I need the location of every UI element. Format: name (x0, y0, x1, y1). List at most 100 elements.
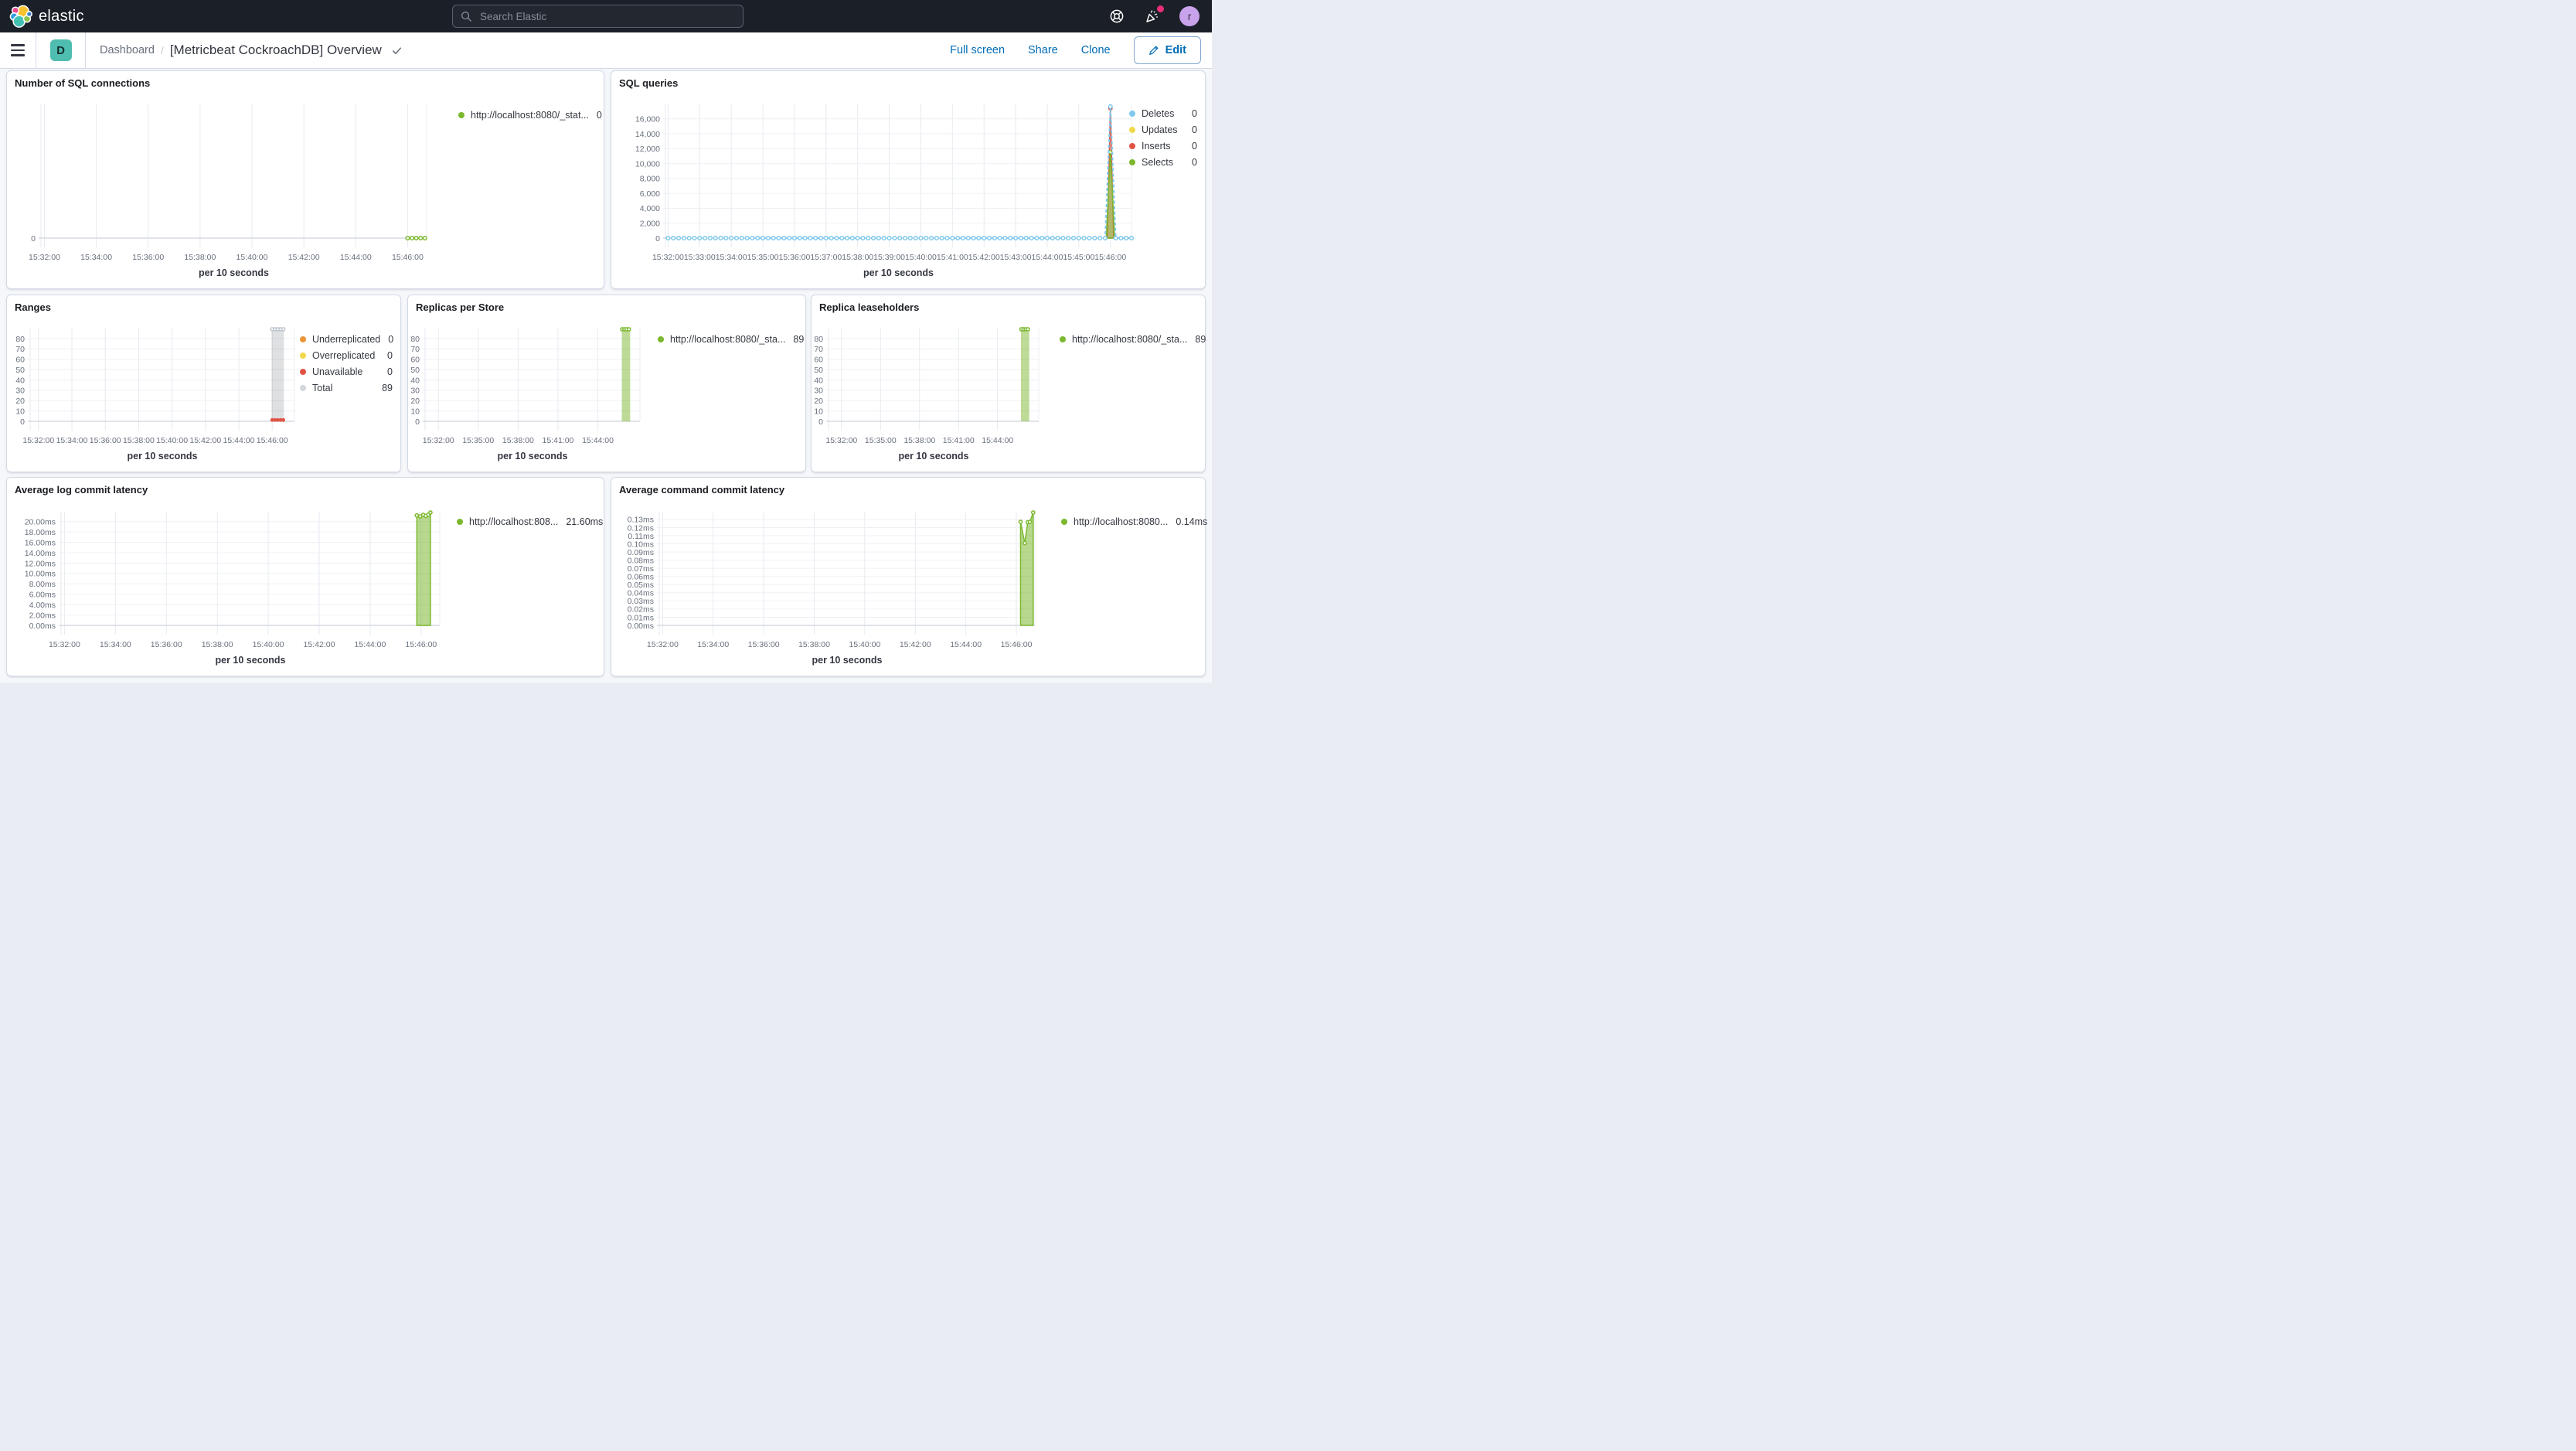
svg-text:per 10 seconds: per 10 seconds (863, 267, 934, 278)
search-icon (461, 11, 471, 22)
legend-value: 0 (388, 333, 394, 345)
legend-color-dot (458, 111, 464, 118)
svg-text:15:45:00: 15:45:00 (1063, 253, 1094, 262)
svg-text:0.09ms: 0.09ms (628, 548, 654, 557)
svg-text:70: 70 (410, 345, 420, 354)
svg-text:12.00ms: 12.00ms (25, 559, 56, 568)
elastic-logo[interactable]: elastic (0, 5, 84, 28)
chart-canvas: 15:32:00 15:34:00 15:36:00 15:38:00 15:40:00… (628, 510, 1036, 666)
svg-text:15:46:00: 15:46:00 (1001, 640, 1033, 649)
svg-text:10,000: 10,000 (635, 159, 660, 169)
toolbar-actions: Full screen Share Clone Edit (950, 36, 1212, 64)
svg-text:0.12ms: 0.12ms (628, 523, 654, 533)
svg-text:15:36:00: 15:36:00 (748, 640, 780, 649)
chart-legend: http://localhost:8080/_sta... 89 (658, 331, 804, 347)
svg-text:15:46:00: 15:46:00 (405, 640, 437, 649)
user-avatar[interactable]: r (1179, 6, 1200, 26)
chart-legend: Deletes 0 Updates 0 Inserts 0 Selects 0 (1129, 105, 1197, 170)
svg-text:15:34:00: 15:34:00 (716, 253, 747, 262)
svg-text:20: 20 (814, 397, 823, 406)
svg-text:0: 0 (20, 417, 25, 427)
svg-text:15:40:00: 15:40:00 (849, 640, 880, 649)
legend-label: Inserts (1142, 140, 1171, 152)
svg-text:15:34:00: 15:34:00 (100, 640, 131, 649)
elastic-logo-icon (9, 5, 32, 28)
svg-text:15:39:00: 15:39:00 (873, 253, 905, 262)
svg-text:0.00ms: 0.00ms (29, 622, 56, 631)
legend-label: Selects (1142, 156, 1173, 168)
clone-button[interactable]: Clone (1081, 44, 1111, 56)
news-feed-icon[interactable] (1144, 5, 1164, 25)
legend-color-dot (1129, 142, 1135, 149)
panel-sql-queries: SQL queries 15:32:00 15:33:00 15:34:00 15:3… (611, 70, 1206, 289)
chart-legend: http://localhost:808... 21.60ms (457, 513, 603, 530)
svg-text:2.00ms: 2.00ms (29, 611, 56, 620)
svg-text:15:35:00: 15:35:00 (747, 253, 779, 262)
svg-text:15:35:00: 15:35:00 (865, 436, 897, 445)
svg-text:15:41:00: 15:41:00 (543, 436, 574, 445)
legend-item[interactable]: Updates 0 (1129, 121, 1197, 138)
panel-average-log-commit-latency: Average log commit latency 15:32:00 15:34… (6, 477, 604, 676)
svg-text:15:46:00: 15:46:00 (257, 436, 288, 445)
dashboard-toolbar: D Dashboard / [Metricbeat CockroachDB] O… (0, 32, 1212, 69)
legend-color-dot (300, 368, 306, 375)
svg-text:0.03ms: 0.03ms (628, 597, 654, 606)
panel-average-command-commit-latency: Average command commit latency 15:32:00 1… (611, 477, 1207, 676)
legend-item[interactable]: http://localhost:808... 21.60ms (457, 513, 603, 530)
svg-text:14,000: 14,000 (635, 130, 660, 139)
svg-text:15:40:00: 15:40:00 (253, 640, 284, 649)
legend-item[interactable]: http://localhost:8080/_sta... 89 (1060, 331, 1206, 347)
legend-color-dot (300, 352, 306, 359)
legend-item[interactable]: Unavailable 0 (300, 363, 393, 380)
legend-value: 0 (387, 366, 393, 377)
svg-text:15:40:00: 15:40:00 (905, 253, 937, 262)
legend-item[interactable]: Selects 0 (1129, 154, 1197, 170)
legend-label: Unavailable (312, 366, 363, 377)
search-input[interactable] (478, 9, 735, 23)
chart-legend: Underreplicated 0 Overreplicated 0 Unavailab… (300, 331, 393, 396)
share-button[interactable]: Share (1028, 44, 1058, 56)
svg-text:15:38:00: 15:38:00 (842, 253, 873, 262)
legend-item[interactable]: Overreplicated 0 (300, 347, 393, 363)
svg-text:60: 60 (15, 356, 25, 365)
help-icon[interactable] (1108, 8, 1125, 25)
chart-canvas: 15:32:00 15:35:00 15:38:00 15:41:00 15:44:00… (410, 327, 641, 462)
menu-icon[interactable] (0, 44, 36, 56)
svg-text:15:32:00: 15:32:00 (49, 640, 80, 649)
svg-text:15:32:00: 15:32:00 (29, 253, 60, 262)
chart-canvas: 15:32:00 15:34:00 15:36:00 15:38:00 15:40:00… (29, 104, 427, 278)
svg-text:20: 20 (410, 397, 420, 406)
svg-text:15:38:00: 15:38:00 (903, 436, 935, 445)
legend-item[interactable]: Underreplicated 0 (300, 331, 393, 347)
legend-label: http://localhost:808... (469, 516, 559, 527)
svg-text:15:40:00: 15:40:00 (237, 253, 268, 262)
legend-item[interactable]: Deletes 0 (1129, 105, 1197, 121)
svg-text:15:38:00: 15:38:00 (123, 436, 155, 445)
legend-color-dot (1129, 158, 1135, 165)
global-search[interactable] (452, 5, 744, 28)
chart-canvas: 15:32:00 15:35:00 15:38:00 15:41:00 15:44:00… (814, 327, 1040, 462)
legend-item[interactable]: http://localhost:8080... 0.14ms (1061, 513, 1207, 530)
breadcrumb: Dashboard / [Metricbeat CockroachDB] Ove… (86, 43, 403, 58)
svg-text:80: 80 (814, 335, 823, 344)
legend-item[interactable]: http://localhost:8080/_stat... 0 (458, 107, 602, 123)
legend-item[interactable]: Inserts 0 (1129, 138, 1197, 154)
edit-button[interactable]: Edit (1133, 36, 1201, 64)
legend-label: Overreplicated (312, 349, 376, 361)
svg-text:6.00ms: 6.00ms (29, 591, 56, 600)
legend-item[interactable]: Total 89 (300, 380, 393, 396)
svg-text:40: 40 (15, 376, 25, 385)
svg-text:15:38:00: 15:38:00 (502, 436, 534, 445)
svg-text:15:38:00: 15:38:00 (202, 640, 233, 649)
legend-label: Underreplicated (312, 333, 381, 345)
legend-color-dot (300, 384, 306, 391)
svg-text:15:37:00: 15:37:00 (810, 253, 842, 262)
legend-label: Deletes (1142, 107, 1175, 119)
saved-check-icon (391, 45, 403, 56)
svg-text:60: 60 (814, 356, 823, 365)
full-screen-button[interactable]: Full screen (950, 44, 1005, 56)
svg-text:8,000: 8,000 (640, 175, 660, 184)
legend-item[interactable]: http://localhost:8080/_sta... 89 (658, 331, 804, 347)
breadcrumb-dashboard-link[interactable]: Dashboard (100, 44, 155, 56)
svg-text:15:34:00: 15:34:00 (56, 436, 88, 445)
